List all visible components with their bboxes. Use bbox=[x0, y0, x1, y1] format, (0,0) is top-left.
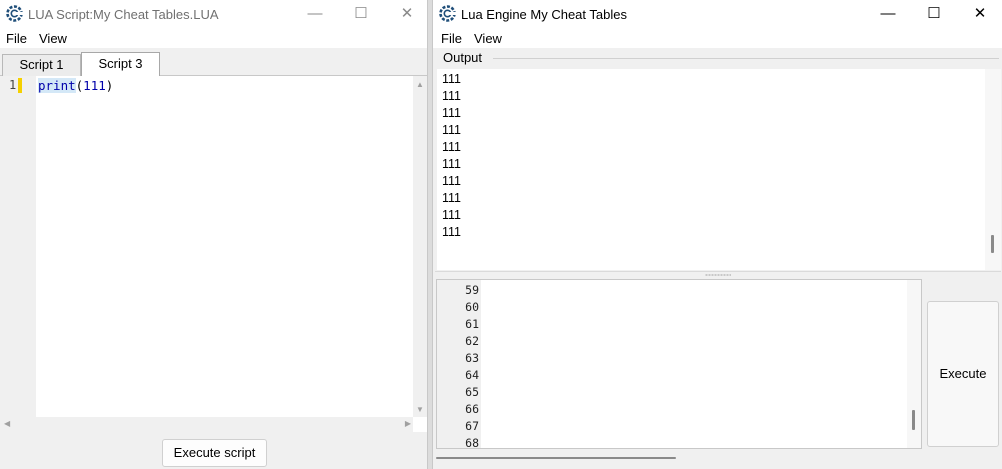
output-group: Output 111 111 111 111 111 111 111 111 1… bbox=[435, 48, 1001, 270]
code-paren-close: ) bbox=[105, 78, 114, 93]
line-number-gutter: 59 60 61 62 63 64 65 66 67 68 bbox=[437, 280, 481, 450]
tab-script-3[interactable]: Script 3 bbox=[81, 52, 160, 76]
output-line: 111 bbox=[442, 157, 462, 171]
close-button[interactable]: ✕ bbox=[384, 0, 427, 28]
menu-view[interactable]: View bbox=[39, 31, 67, 46]
output-line: 111 bbox=[442, 208, 462, 222]
changed-line-marker bbox=[18, 78, 22, 93]
line-number: 1 bbox=[9, 78, 17, 92]
line-number: 64 bbox=[465, 368, 479, 382]
line-number: 67 bbox=[465, 419, 479, 433]
title-bar[interactable]: Lua Engine My Cheat Tables — ☐ ✕ bbox=[433, 0, 1002, 28]
line-number: 66 bbox=[465, 402, 479, 416]
scroll-up-arrow-icon[interactable]: ▲ bbox=[416, 80, 424, 90]
output-scrollbar[interactable] bbox=[985, 69, 1001, 270]
output-line: 111 bbox=[442, 72, 462, 86]
minimize-button[interactable]: — bbox=[292, 0, 338, 28]
line-number: 65 bbox=[465, 385, 479, 399]
splitter-grip-icon bbox=[705, 274, 731, 276]
line-number: 60 bbox=[465, 300, 479, 314]
maximize-button[interactable]: ☐ bbox=[338, 0, 384, 28]
output-line: 111 bbox=[442, 225, 462, 239]
script-input-editor[interactable]: 59 60 61 62 63 64 65 66 67 68 bbox=[436, 279, 922, 450]
scrollbar-thumb[interactable] bbox=[436, 457, 676, 459]
menu-bar: File View bbox=[0, 28, 427, 48]
editor-vertical-scrollbar[interactable]: ▲ ▼ bbox=[413, 76, 427, 417]
line-number: 68 bbox=[465, 436, 479, 450]
execute-button[interactable]: Execute bbox=[927, 301, 999, 447]
editor-horizontal-scrollbar[interactable]: ◀ ▶ bbox=[0, 417, 413, 432]
lua-engine-window: Lua Engine My Cheat Tables — ☐ ✕ File Vi… bbox=[432, 0, 1002, 469]
line-number: 62 bbox=[465, 334, 479, 348]
output-text-area[interactable]: 111 111 111 111 111 111 111 111 111 111 bbox=[437, 69, 1001, 270]
code-line[interactable]: print(111) bbox=[38, 78, 113, 93]
title-bar[interactable]: LUA Script:My Cheat Tables.LUA — ☐ ✕ bbox=[0, 0, 427, 28]
menu-bar: File View bbox=[433, 28, 1002, 48]
group-border bbox=[493, 58, 999, 59]
output-label: Output bbox=[443, 50, 486, 65]
scroll-right-arrow-icon[interactable]: ▶ bbox=[405, 419, 411, 429]
line-number: 59 bbox=[465, 283, 479, 297]
tab-script-1[interactable]: Script 1 bbox=[2, 54, 81, 76]
execute-script-button[interactable]: Execute script bbox=[162, 439, 267, 467]
menu-file[interactable]: File bbox=[441, 31, 462, 46]
scrollbar-thumb[interactable] bbox=[991, 235, 994, 253]
output-line: 111 bbox=[442, 174, 462, 188]
output-line: 111 bbox=[442, 191, 462, 205]
code-number: 111 bbox=[83, 78, 106, 93]
cheat-engine-icon bbox=[439, 5, 456, 22]
close-button[interactable]: ✕ bbox=[957, 0, 1002, 28]
scroll-left-arrow-icon[interactable]: ◀ bbox=[4, 419, 10, 429]
window-title: LUA Script:My Cheat Tables.LUA bbox=[28, 7, 219, 22]
script-editor[interactable]: 1 print(111) ▲ ▼ ◀ ▶ bbox=[0, 76, 427, 432]
scroll-down-arrow-icon[interactable]: ▼ bbox=[416, 405, 424, 415]
menu-view[interactable]: View bbox=[474, 31, 502, 46]
lua-script-window: LUA Script:My Cheat Tables.LUA — ☐ ✕ Fil… bbox=[0, 0, 428, 469]
input-vertical-scrollbar[interactable] bbox=[907, 280, 921, 448]
cheat-engine-icon bbox=[6, 5, 23, 22]
panel-splitter[interactable] bbox=[435, 271, 1001, 278]
line-number-gutter: 1 bbox=[0, 76, 36, 417]
line-number: 61 bbox=[465, 317, 479, 331]
code-keyword: print bbox=[38, 78, 76, 93]
output-line: 111 bbox=[442, 123, 462, 137]
scrollbar-thumb[interactable] bbox=[912, 410, 915, 430]
output-line: 111 bbox=[442, 140, 462, 154]
bottom-panel: Execute script bbox=[0, 432, 427, 469]
output-line: 111 bbox=[442, 89, 462, 103]
line-number: 63 bbox=[465, 351, 479, 365]
input-horizontal-scrollbar[interactable] bbox=[436, 449, 922, 465]
output-line: 111 bbox=[442, 106, 462, 120]
minimize-button[interactable]: — bbox=[865, 0, 911, 28]
script-tabs: Script 1 Script 3 bbox=[0, 48, 427, 76]
window-title: Lua Engine My Cheat Tables bbox=[461, 7, 627, 22]
maximize-button[interactable]: ☐ bbox=[911, 0, 957, 28]
menu-file[interactable]: File bbox=[6, 31, 27, 46]
